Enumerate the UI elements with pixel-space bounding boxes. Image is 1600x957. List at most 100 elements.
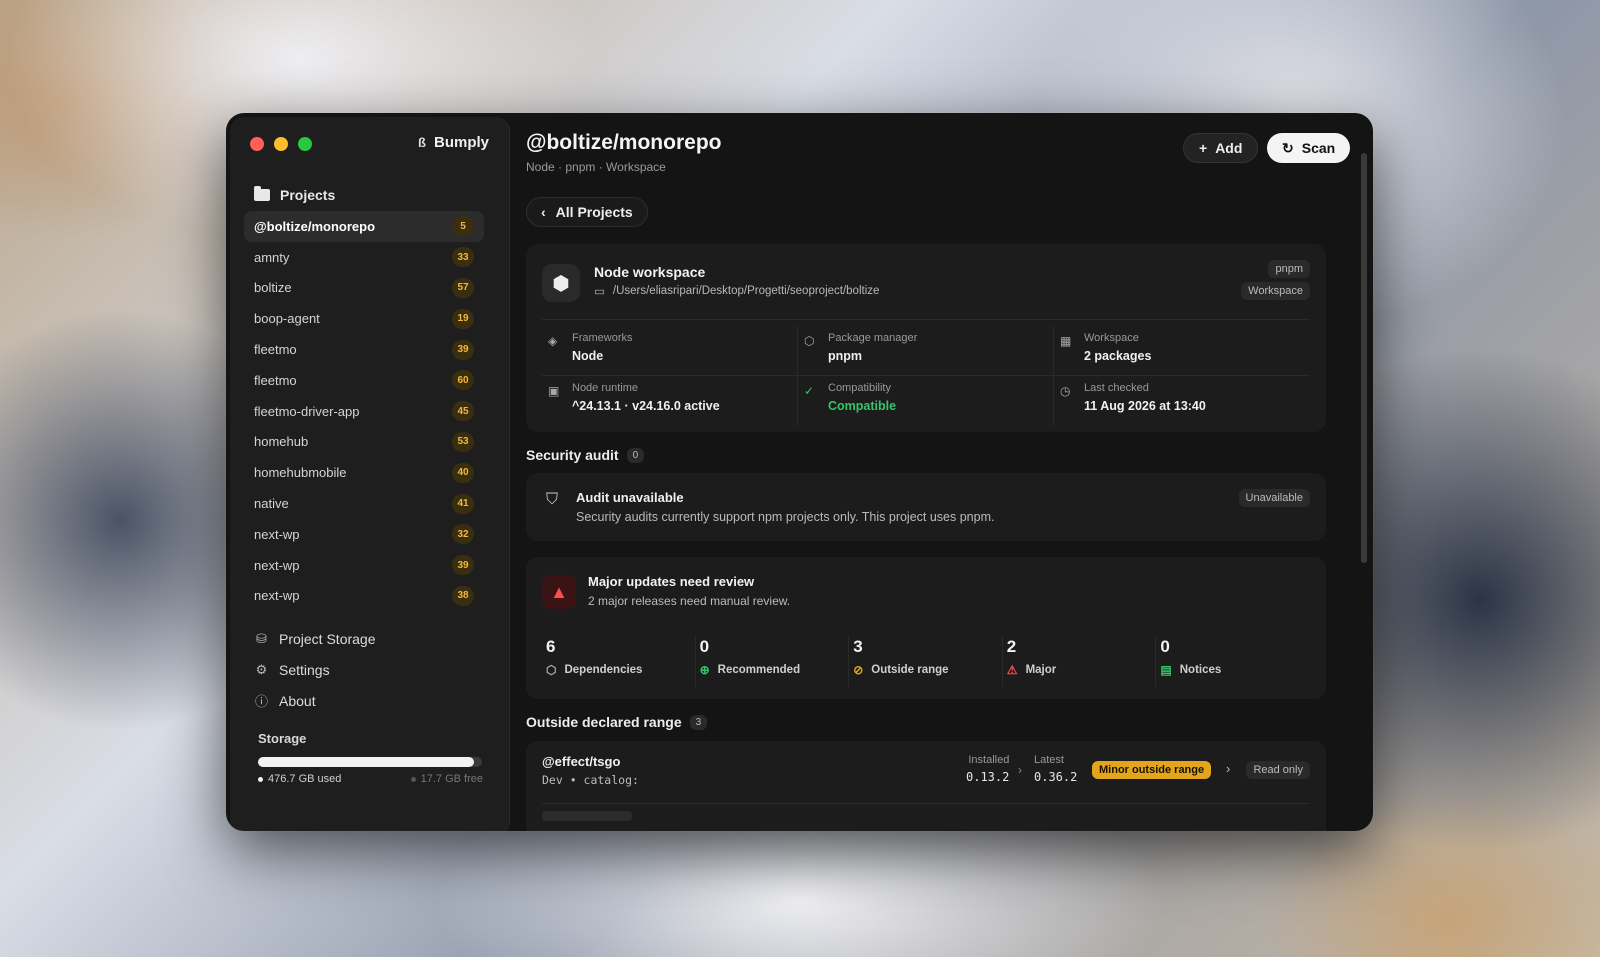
sidebar: ß Bumply Projects @boltize/monorepo 5 amn… [230, 117, 510, 831]
project-count-badge: 32 [452, 524, 474, 545]
dependency-name[interactable]: @effect/tsgo [542, 754, 620, 769]
project-name: homehubmobile [254, 465, 347, 481]
field-label: Package manager [828, 332, 918, 344]
stat-number: 6 [546, 637, 556, 656]
project-item[interactable]: amnty 33 [244, 242, 484, 273]
project-list[interactable]: @boltize/monorepo 5 amnty 33 boltize 57 boo… [244, 211, 484, 615]
sidebar-nav: ⛁ Project Storage ⚙ Settings ⓘ About [254, 623, 376, 716]
project-count-badge: 57 [452, 277, 474, 298]
frameworks-field: ◈ Frameworks Node [542, 326, 798, 376]
major-title: Major updates need review [588, 574, 755, 589]
app-window: ß Bumply Projects @boltize/monorepo 5 amn… [226, 113, 1373, 831]
section-count: 3 [689, 714, 708, 730]
read-only-badge: Read only [1246, 761, 1310, 779]
scrollbar[interactable] [1361, 153, 1367, 563]
field-label: Workspace [1084, 332, 1139, 344]
project-item[interactable]: next-wp 39 [244, 550, 484, 581]
section-count: 0 [626, 447, 645, 463]
page-title: @boltize/monorepo [526, 131, 722, 154]
package-icon: ⬡ [804, 334, 815, 348]
security-audit-heading: Security audit 0 [526, 447, 645, 463]
folder-icon [254, 186, 270, 201]
project-name: fleetmo [254, 342, 297, 358]
stats-row: 6 ⬡ Dependencies 0 ⊕ Recommended 3 ⊘ Outsid… [542, 637, 1310, 687]
add-button[interactable]: + Add [1183, 133, 1259, 163]
project-count-badge: 39 [452, 339, 474, 360]
sidebar-item-project-storage[interactable]: ⛁ Project Storage [254, 623, 375, 654]
warning-icon: ▲ [542, 575, 576, 609]
zoom-window-button[interactable] [298, 137, 312, 151]
project-item[interactable]: open-design9 [244, 611, 484, 615]
project-item[interactable]: next-wp 38 [244, 581, 484, 612]
audit-title: Audit unavailable [576, 490, 684, 505]
chevron-left-icon: ‹ [541, 204, 546, 220]
project-item[interactable]: homehubmobile 40 [244, 457, 484, 488]
stat-number: 0 [1160, 637, 1170, 656]
storage-icon: ⛁ [256, 630, 267, 646]
clock-icon: ◷ [1060, 384, 1071, 398]
audit-card: ⛉ Audit unavailable Security audits curr… [526, 473, 1326, 541]
check-circle-icon: ✓ [804, 384, 815, 398]
dependency-meta: Dev • catalog: [542, 773, 639, 787]
main-panel: @boltize/monorepo Node · pnpm · Workspac… [510, 113, 1373, 831]
project-item[interactable]: fleetmo-driver-app 45 [244, 396, 484, 427]
storage-used-label: 476.7 GB used [268, 773, 342, 785]
stat-recommended[interactable]: 0 ⊕ Recommended [696, 637, 850, 687]
project-name: next-wp [254, 557, 300, 573]
project-name: boltize [254, 280, 292, 296]
audit-description: Security audits currently support npm pr… [576, 510, 995, 524]
message-icon: ▤ [1160, 663, 1172, 677]
layers-icon: ◈ [548, 334, 558, 348]
project-item[interactable]: boltize 57 [244, 273, 484, 304]
stat-label: Dependencies [564, 664, 643, 676]
add-button-label: Add [1215, 140, 1243, 156]
storage-title: Storage [258, 731, 307, 746]
field-label: Compatibility [828, 382, 891, 394]
project-name: next-wp [254, 588, 300, 604]
stat-number: 0 [699, 637, 710, 656]
project-count-badge: 19 [452, 308, 474, 329]
project-count-badge: 40 [452, 462, 474, 483]
workspace-details-grid: ◈ Frameworks Node ⬡ Package manager pnpm ▦… [542, 326, 1310, 426]
project-count-badge: 41 [452, 493, 474, 514]
warning-icon: ⚠ [1006, 663, 1018, 677]
project-item[interactable]: next-wp 32 [244, 519, 484, 550]
sidebar-item-about[interactable]: ⓘ About [254, 685, 376, 716]
workspace-path: ▭ /Users/eliasripari/Desktop/Progetti/se… [594, 284, 879, 298]
expand-chevron-icon[interactable]: › [1226, 761, 1230, 776]
project-count-badge: 38 [452, 585, 474, 606]
project-count-badge: 5 [452, 216, 474, 237]
project-item[interactable]: homehub 53 [244, 427, 484, 458]
folder-icon: ▭ [594, 286, 605, 298]
storage-free-label: 17.7 GB free [420, 773, 483, 785]
project-name: fleetmo-driver-app [254, 403, 360, 419]
node-runtime-field: ▣ Node runtime ^24.13.1 · v24.16.0 active [542, 376, 798, 426]
minimize-window-button[interactable] [274, 137, 288, 151]
field-value: Node [572, 349, 604, 363]
project-item[interactable]: fleetmo 39 [244, 334, 484, 365]
stat-notices[interactable]: 0 ▤ Notices [1156, 637, 1310, 687]
package-manager-tag: pnpm [1268, 260, 1310, 278]
all-projects-back-button[interactable]: ‹ All Projects [526, 197, 648, 227]
close-window-button[interactable] [250, 137, 264, 151]
project-name: @boltize/monorepo [254, 218, 376, 234]
project-name: native [254, 496, 289, 512]
field-label: Node runtime [572, 382, 639, 394]
stat-outside-range[interactable]: 3 ⊘ Outside range [849, 637, 1003, 687]
info-icon: ⓘ [254, 694, 268, 709]
sidebar-item-settings[interactable]: ⚙ Settings [254, 654, 376, 685]
stat-dependencies[interactable]: 6 ⬡ Dependencies [542, 637, 696, 687]
project-item[interactable]: native 41 [244, 488, 484, 519]
stat-major[interactable]: 2 ⚠ Major [1003, 637, 1157, 687]
sidebar-item-label: About [279, 692, 316, 709]
project-item[interactable]: @boltize/monorepo 5 [244, 211, 484, 242]
field-value: 11 Aug 2026 at 13:40 [1084, 399, 1206, 413]
scan-button[interactable]: ↻ Scan [1267, 133, 1351, 163]
project-item[interactable]: boop-agent 19 [244, 303, 484, 334]
project-item[interactable]: fleetmo 60 [244, 365, 484, 396]
latest-value: 0.36.2 [1034, 770, 1078, 784]
section-title: Security audit [526, 447, 619, 463]
section-title: Outside declared range [526, 714, 682, 730]
package-box-icon: ⬢ [542, 264, 580, 302]
bumply-logo-icon: ß [418, 135, 426, 150]
